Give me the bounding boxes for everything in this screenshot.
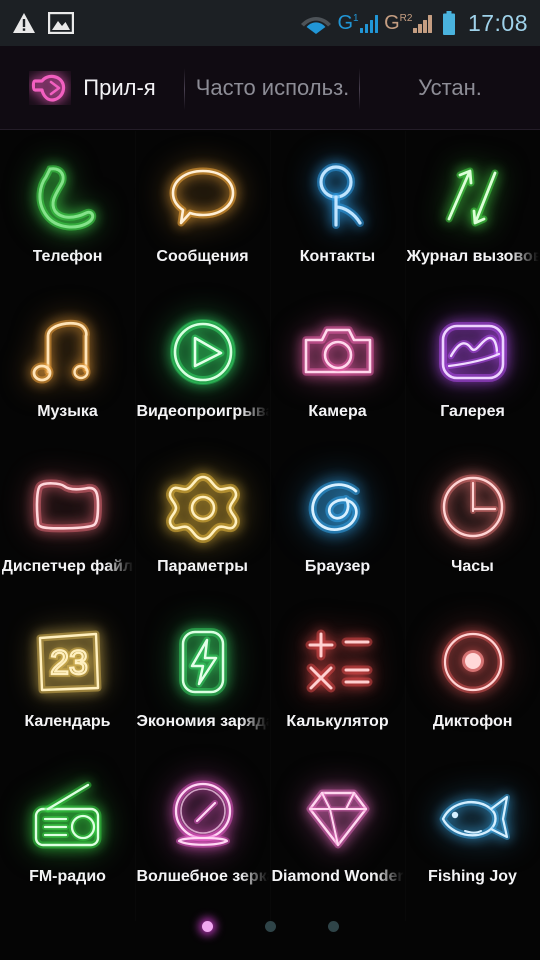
- folder-icon: [26, 465, 110, 549]
- app-item-clock[interactable]: Часы: [405, 441, 540, 596]
- page-indicator: [0, 914, 540, 938]
- tab-apps-label: Прил-я: [83, 74, 156, 100]
- app-label: Контакты: [299, 248, 376, 265]
- tab-installed[interactable]: Устан.: [360, 46, 540, 130]
- person-icon: [296, 155, 380, 239]
- mirror-icon: [161, 775, 245, 859]
- tab-frequently-used-label: Часто использ.: [195, 74, 350, 100]
- phone-handset-icon: [26, 155, 110, 239]
- app-item-power-saving[interactable]: Экономия заряда: [135, 596, 270, 751]
- calculator-icon: [296, 620, 380, 704]
- app-label: Параметры: [157, 558, 248, 575]
- clock-icon: [431, 465, 515, 549]
- apps-arrow-icon: [32, 74, 66, 102]
- tab-apps[interactable]: Прил-я: [0, 46, 185, 130]
- app-item-calculator[interactable]: Калькулятор: [270, 596, 405, 751]
- app-item-settings[interactable]: Параметры: [135, 441, 270, 596]
- gallery-icon: [431, 310, 515, 394]
- sim2-roaming-letter: R: [399, 13, 407, 24]
- app-label: Видеопроигрыватель: [136, 403, 269, 420]
- browser-e-icon: [296, 465, 380, 549]
- radio-icon: [26, 775, 110, 859]
- app-label: Экономия заряда: [136, 713, 269, 730]
- music-note-icon: [26, 310, 110, 394]
- battery-icon: [442, 11, 455, 35]
- phone-screen: G 1 G R 2 17:08 Прил-я Часто использ. Ус…: [0, 0, 540, 960]
- sim1-network-letter: G: [337, 12, 354, 34]
- app-item-contacts[interactable]: Контакты: [270, 131, 405, 286]
- warning-triangle-icon: [13, 13, 35, 33]
- app-label: Fishing Joy: [428, 868, 517, 885]
- app-label: Браузер: [304, 558, 371, 575]
- sim1-signal-bars: [359, 15, 379, 33]
- wifi-icon: [301, 17, 332, 34]
- image-icon: [48, 12, 74, 34]
- app-item-video-player[interactable]: Видеопроигрыватель: [135, 286, 270, 441]
- page-dot-2[interactable]: [264, 920, 276, 932]
- app-item-browser[interactable]: Браузер: [270, 441, 405, 596]
- app-label: FM-радио: [29, 868, 106, 885]
- sim1-signal-indicator: G 1: [337, 12, 379, 34]
- app-item-gallery[interactable]: Галерея: [405, 286, 540, 441]
- calendar-day-number: 23: [50, 644, 88, 682]
- status-bar-notifications: [12, 12, 74, 34]
- video-play-icon: [161, 310, 245, 394]
- app-item-fishing-joy[interactable]: Fishing Joy: [405, 751, 540, 906]
- app-item-calendar[interactable]: 23 23 Календарь: [0, 596, 135, 751]
- app-label: Диктофон: [432, 713, 513, 730]
- app-item-fm-radio[interactable]: FM-радио: [0, 751, 135, 906]
- app-label: Калькулятор: [286, 713, 389, 730]
- app-item-diamond-wonderland[interactable]: Diamond Wonderland: [270, 751, 405, 906]
- sim2-slot-number: 2: [406, 13, 413, 24]
- app-label: Телефон: [32, 248, 103, 265]
- camera-icon: [296, 310, 380, 394]
- battery-bolt-icon: [161, 620, 245, 704]
- fish-icon: [431, 775, 515, 859]
- tab-installed-label: Устан.: [418, 74, 482, 100]
- app-label: Камера: [308, 403, 367, 420]
- app-label: Журнал вызовов: [406, 248, 539, 265]
- app-item-voice-recorder[interactable]: Диктофон: [405, 596, 540, 751]
- status-bar-clock: 17:08: [467, 9, 528, 36]
- status-bar: G 1 G R 2 17:08: [0, 0, 540, 46]
- call-arrows-icon: [431, 155, 515, 239]
- sim2-network-letter: G: [384, 12, 400, 34]
- app-item-messages[interactable]: Сообщения: [135, 131, 270, 286]
- app-item-magic-mirror[interactable]: Волшебное зеркало: [135, 751, 270, 906]
- tab-frequently-used[interactable]: Часто использ.: [185, 46, 360, 130]
- app-label: Календарь: [24, 713, 111, 730]
- app-label: Галерея: [440, 403, 505, 420]
- app-label: Часы: [451, 558, 494, 575]
- speech-bubble-icon: [161, 155, 245, 239]
- app-item-file-manager[interactable]: Диспетчер файлов: [0, 441, 135, 596]
- sim2-signal-bars: [413, 15, 432, 33]
- app-label: Диспетчер файлов: [1, 558, 134, 575]
- app-item-phone[interactable]: Телефон: [0, 131, 135, 286]
- app-item-call-log[interactable]: Журнал вызовов: [405, 131, 540, 286]
- app-label: Волшебное зеркало: [136, 868, 269, 885]
- recorder-icon: [431, 620, 515, 704]
- app-label: Diamond Wonderland: [271, 868, 404, 885]
- drawer-tab-bar: Прил-я Часто использ. Устан.: [0, 46, 540, 130]
- page-dot-1[interactable]: [201, 920, 213, 932]
- status-bar-indicators: G 1 G R 2 17:08: [301, 10, 528, 37]
- app-item-music[interactable]: Музыка: [0, 286, 135, 441]
- app-label: Музыка: [37, 403, 98, 420]
- app-label: Сообщения: [156, 248, 249, 265]
- calendar-icon: 23 23: [26, 620, 110, 704]
- sim2-signal-indicator: G R 2: [384, 13, 432, 33]
- app-grid: Телефон Сообщения Контакты Журнал вызово…: [0, 131, 540, 921]
- gear-icon: [161, 465, 245, 549]
- diamond-icon: [296, 775, 380, 859]
- sim1-slot-number: 1: [353, 13, 359, 24]
- app-item-camera[interactable]: Камера: [270, 286, 405, 441]
- page-dot-3[interactable]: [327, 920, 339, 932]
